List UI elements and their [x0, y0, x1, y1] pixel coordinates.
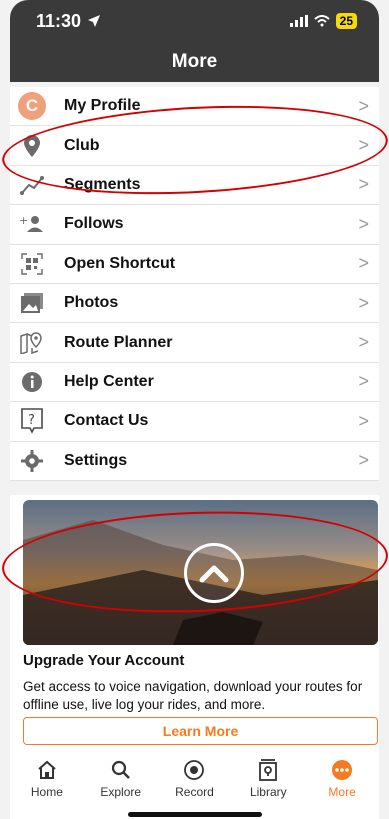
chevron-right-icon: >: [358, 95, 369, 116]
upgrade-promo-card: Upgrade Your Account Get access to voice…: [10, 495, 379, 751]
svg-text:+: +: [19, 214, 28, 227]
qr-scan-icon: [18, 250, 46, 278]
segments-icon: [18, 171, 46, 199]
menu-item-club[interactable]: Club >: [10, 126, 379, 166]
menu-item-label: My Profile: [64, 97, 141, 115]
page-title: More: [10, 42, 379, 82]
promo-title: Upgrade Your Account: [23, 652, 185, 669]
chevron-right-icon: >: [358, 332, 369, 353]
info-icon: [18, 368, 46, 396]
tab-more[interactable]: More: [307, 757, 377, 819]
status-indicators: 25: [289, 13, 357, 29]
promo-description: Get access to voice navigation, download…: [23, 679, 363, 712]
menu-item-label: Follows: [64, 215, 124, 233]
tab-record[interactable]: Record: [159, 757, 229, 819]
status-bar: 11:30 25: [10, 0, 379, 42]
menu-item-label: Help Center: [64, 372, 154, 390]
gear-icon: [18, 447, 46, 475]
svg-text:?: ?: [28, 413, 35, 428]
menu-item-route-planner[interactable]: Route Planner >: [10, 323, 379, 363]
home-indicator: [128, 812, 262, 817]
chevron-right-icon: >: [358, 450, 369, 471]
search-icon: [111, 757, 131, 783]
menu-item-label: Club: [64, 136, 100, 154]
menu-item-label: Route Planner: [64, 333, 173, 351]
question-box-icon: ?: [18, 407, 46, 435]
learn-more-button[interactable]: Learn More: [23, 717, 378, 745]
wifi-icon: [313, 15, 330, 27]
more-icon: [331, 757, 353, 783]
menu-item-label: Settings: [64, 451, 128, 469]
record-icon: [183, 757, 205, 783]
menu-item-follows[interactable]: + Follows >: [10, 205, 379, 245]
signal-icon: [289, 15, 308, 27]
tab-explore[interactable]: Explore: [86, 757, 156, 819]
time-text: 11:30: [36, 10, 82, 31]
status-time: 11:30: [36, 11, 101, 32]
more-menu: C My Profile > Club > Segments > + Follo…: [10, 87, 379, 481]
menu-item-label: Open Shortcut: [64, 254, 176, 272]
menu-item-label: Segments: [64, 175, 141, 193]
chevron-right-icon: >: [358, 213, 369, 234]
menu-item-settings[interactable]: Settings >: [10, 442, 379, 481]
chevron-right-icon: >: [358, 371, 369, 392]
menu-item-contact-us[interactable]: ? Contact Us >: [10, 402, 379, 442]
chevron-right-icon: >: [358, 410, 369, 431]
menu-item-label: Contact Us: [64, 412, 149, 430]
promo-image: [23, 500, 378, 645]
avatar: C: [18, 92, 46, 121]
menu-item-open-shortcut[interactable]: Open Shortcut >: [10, 245, 379, 284]
tab-library[interactable]: Library: [233, 757, 303, 819]
tab-home[interactable]: Home: [12, 757, 82, 819]
tab-label: Home: [30, 785, 63, 799]
chevron-right-icon: >: [358, 174, 369, 195]
tab-label: More: [328, 785, 356, 799]
location-arrow-icon: [88, 15, 101, 27]
menu-item-segments[interactable]: Segments >: [10, 166, 379, 206]
tab-label: Record: [175, 785, 214, 799]
location-pin-icon: [18, 132, 46, 160]
tab-bar: Home Explore Record Library More: [10, 751, 379, 819]
battery-icon: 25: [335, 13, 357, 29]
home-icon: [37, 757, 57, 783]
chevron-right-icon: >: [358, 292, 369, 313]
library-icon: [258, 757, 278, 783]
menu-item-my-profile[interactable]: C My Profile >: [10, 87, 379, 127]
tab-label: Explore: [100, 785, 142, 799]
menu-item-help-center[interactable]: Help Center >: [10, 363, 379, 403]
chevron-right-icon: >: [358, 135, 369, 156]
map-pin-icon: [18, 329, 46, 357]
tab-label: Library: [249, 785, 287, 799]
menu-item-photos[interactable]: Photos >: [10, 284, 379, 324]
menu-item-label: Photos: [64, 294, 119, 312]
chevron-up-icon[interactable]: [184, 543, 244, 603]
photos-icon: [18, 289, 46, 317]
avatar-icon: C: [18, 92, 46, 121]
add-person-icon: +: [18, 210, 46, 238]
chevron-right-icon: >: [358, 253, 369, 274]
